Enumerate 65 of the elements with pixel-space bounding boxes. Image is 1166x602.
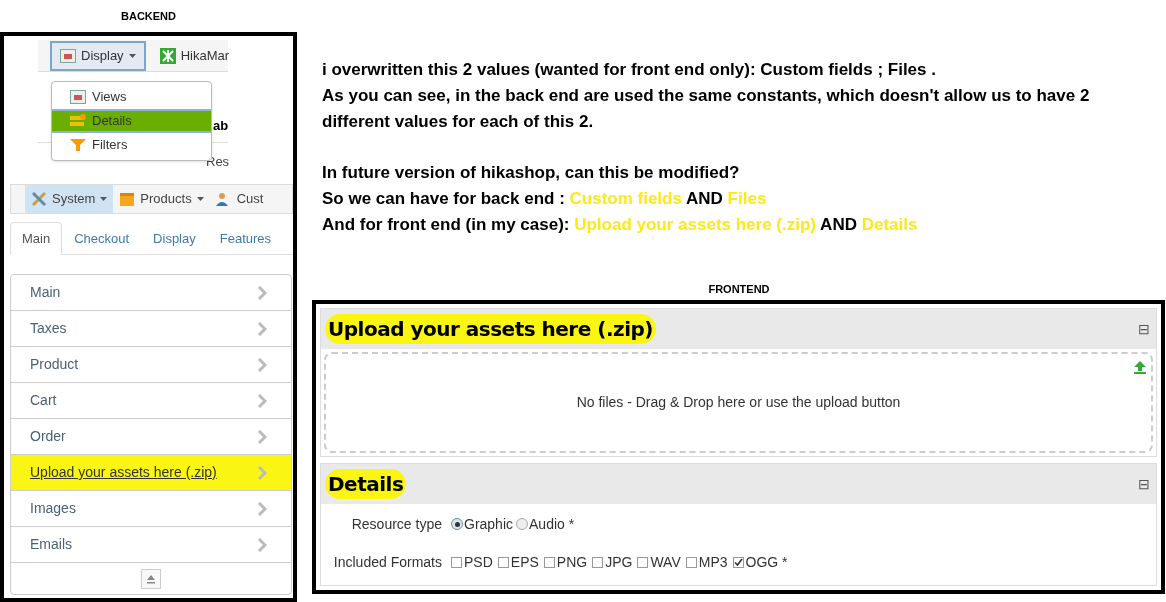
drop-zone[interactable]: No files - Drag & Drop here or use the upload button	[324, 352, 1153, 453]
caret-icon	[196, 197, 204, 201]
note-text: So we can have for back end : Custom fields AND Files	[322, 188, 768, 210]
note-text: i overwritten this 2 values (wanted for front end only): Custom fields ; Files .	[322, 59, 937, 81]
chevron-icon	[257, 393, 267, 408]
logo-icon	[159, 47, 176, 64]
menu-item[interactable]: Details	[52, 109, 211, 133]
background-text: ab	[213, 117, 229, 135]
list-item[interactable]: Cart	[11, 383, 291, 419]
list-item[interactable]: Upload your assets here (.zip)	[11, 455, 291, 491]
box-icon	[119, 191, 136, 207]
note-text: And for front end (in my case): Upload your assets here (.zip) AND Details	[322, 214, 919, 236]
note-text: As you can see, in the back end are used the same constants, which doesn't allow us to have 2 different values for each of this 2.	[322, 85, 1091, 133]
list-item[interactable]: Product	[11, 347, 291, 383]
menu-item[interactable]: Views	[52, 85, 211, 109]
checkbox-option[interactable]: MP3	[685, 551, 728, 573]
tab[interactable]: Display	[141, 222, 208, 255]
list-item[interactable]: Emails	[11, 527, 291, 563]
list-item[interactable]: Taxes	[11, 311, 291, 347]
chevron-icon	[257, 465, 267, 480]
section-label: FRONTEND	[708, 281, 770, 297]
note-text: In future version of hikashop, can this be modified?	[322, 162, 741, 184]
field-label: Resource type	[350, 514, 443, 534]
tab[interactable]: Checkout	[62, 222, 142, 255]
tab[interactable]: Main	[10, 222, 63, 255]
window-icon	[60, 48, 76, 63]
window-icon	[70, 90, 86, 104]
toolbar-button[interactable]: Display	[50, 40, 146, 71]
collapse-button[interactable]: ⊟	[1138, 473, 1150, 495]
section-title: Upload your assets here (.zip)	[325, 314, 656, 344]
section-title: Details	[325, 469, 407, 499]
radio-option[interactable]: Audio *	[516, 513, 575, 535]
list-item[interactable]: Main	[11, 275, 291, 311]
tab[interactable]: Features	[207, 222, 284, 255]
menu-item[interactable]: Filters	[52, 133, 211, 157]
upload-icon	[1133, 360, 1147, 374]
section-label: BACKEND	[121, 8, 176, 24]
caret-icon	[100, 197, 108, 201]
checkbox-option[interactable]: PSD	[451, 551, 493, 573]
checkbox-option[interactable]: WAV	[637, 551, 681, 573]
collapse-button[interactable]: ⊟	[1138, 318, 1150, 340]
funnel-icon	[70, 138, 86, 152]
chevron-icon	[257, 321, 267, 336]
list-icon	[70, 114, 86, 128]
eject-icon	[146, 573, 156, 584]
checkbox-option[interactable]: OGG *	[732, 551, 788, 573]
radio-option[interactable]: Graphic	[451, 513, 514, 535]
chevron-icon	[257, 429, 267, 444]
chevron-icon	[257, 537, 267, 552]
collapse-button[interactable]	[141, 568, 161, 589]
checkbox-option[interactable]: JPG	[592, 551, 633, 573]
field-label: Included Formats	[332, 552, 443, 572]
toolbar-button[interactable]: HikaMar	[149, 40, 240, 71]
checkbox-option[interactable]: EPS	[497, 551, 539, 573]
checkmark-icon	[733, 557, 743, 567]
chevron-icon	[257, 501, 267, 516]
menu-bar-item[interactable]: Products	[113, 185, 210, 213]
list-item[interactable]: Images	[11, 491, 291, 527]
chevron-icon	[257, 357, 267, 372]
checkbox-option[interactable]: PNG	[543, 551, 588, 573]
menu-bar-item[interactable]: Cust	[209, 185, 270, 213]
caret-icon	[128, 53, 136, 58]
tools-icon	[31, 191, 47, 207]
chevron-icon	[257, 285, 267, 300]
menu-bar-item[interactable]: System	[25, 185, 114, 213]
